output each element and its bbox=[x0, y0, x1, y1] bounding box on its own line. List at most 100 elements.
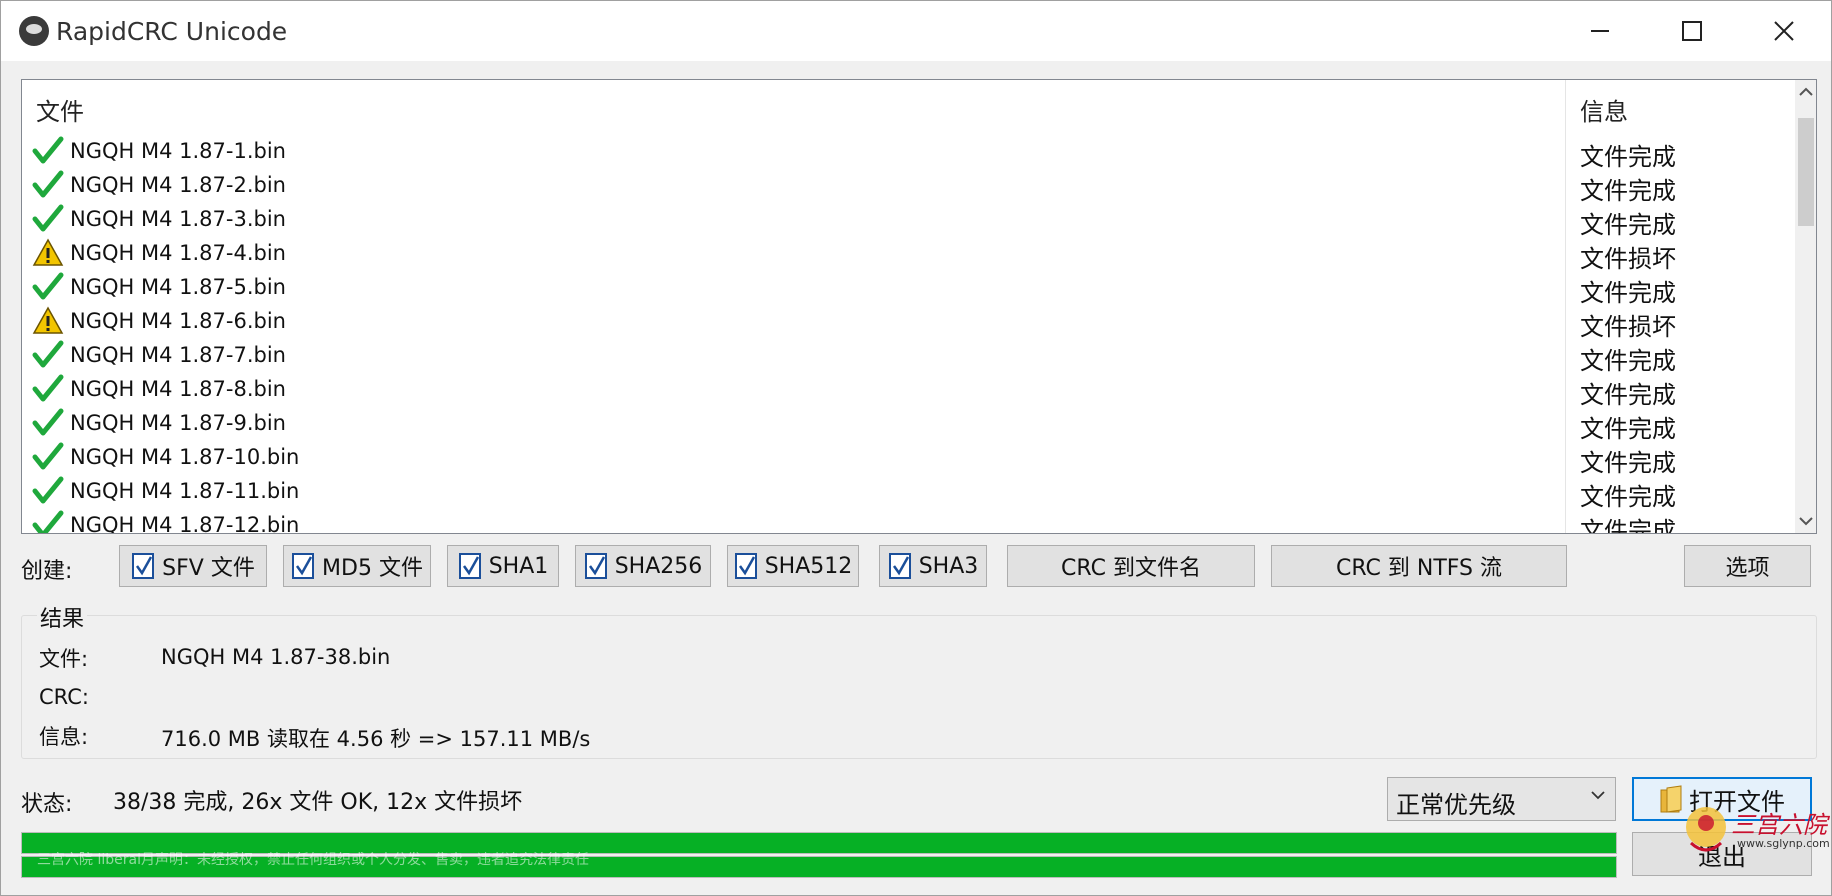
app-window: RapidCRC Unicode 文件 信息 NGQH M4 1.87-1.bi… bbox=[0, 0, 1832, 896]
list-item[interactable]: NGQH M4 1.87-3.bin 文件完成 bbox=[22, 202, 1796, 239]
file-name: NGQH M4 1.87-5.bin bbox=[70, 275, 286, 299]
status-value: 38/38 完成, 26x 文件 OK, 12x 文件损坏 bbox=[113, 790, 523, 815]
priority-selected-value: 正常优先级 bbox=[1396, 791, 1516, 819]
scroll-thumb[interactable] bbox=[1798, 118, 1814, 226]
result-info-label: 信息: bbox=[39, 725, 89, 749]
create-sha256-button[interactable]: SHA256 bbox=[575, 545, 711, 587]
checkmark-icon bbox=[32, 204, 64, 232]
list-item[interactable]: NGQH M4 1.87-10.bin 文件完成 bbox=[22, 440, 1796, 477]
file-info: 文件损坏 bbox=[1580, 245, 1676, 273]
result-file-label: 文件: bbox=[39, 647, 89, 671]
checkmark-icon bbox=[32, 136, 64, 164]
scroll-up-button[interactable] bbox=[1795, 80, 1816, 104]
hash-file-icon bbox=[584, 553, 607, 579]
file-name: NGQH M4 1.87-12.bin bbox=[70, 513, 300, 534]
file-name: NGQH M4 1.87-9.bin bbox=[70, 411, 286, 435]
file-info: 文件完成 bbox=[1580, 177, 1676, 205]
checkmark-icon bbox=[32, 272, 64, 300]
hash-file-icon bbox=[292, 553, 315, 579]
file-info: 文件完成 bbox=[1580, 381, 1676, 409]
file-name: NGQH M4 1.87-8.bin bbox=[70, 377, 286, 401]
file-name: NGQH M4 1.87-4.bin bbox=[70, 241, 286, 265]
crc-to-filename-button[interactable]: CRC 到文件名 bbox=[1007, 545, 1255, 587]
watermark-logo-url: www.sglynp.com bbox=[1737, 837, 1830, 850]
hash-file-icon bbox=[734, 553, 757, 579]
watermark-logo-text: 三宫六院 bbox=[1731, 811, 1827, 839]
file-info: 文件完成 bbox=[1580, 279, 1676, 307]
warning-icon bbox=[32, 306, 64, 334]
vertical-scrollbar[interactable] bbox=[1795, 80, 1816, 533]
watermark-notice: 三宫六院 liberal月声明：未经授权，禁止任何组织或个人分发、售卖，违者追究… bbox=[37, 852, 589, 868]
file-name: NGQH M4 1.87-1.bin bbox=[70, 139, 286, 163]
file-name: NGQH M4 1.87-7.bin bbox=[70, 343, 286, 367]
create-sfv-button[interactable]: SFV 文件 bbox=[119, 545, 267, 587]
list-item[interactable]: NGQH M4 1.87-1.bin 文件完成 bbox=[22, 134, 1796, 171]
chevron-down-icon bbox=[1591, 791, 1605, 800]
file-info: 文件完成 bbox=[1580, 483, 1676, 511]
create-sha1-label: SHA1 bbox=[488, 553, 549, 579]
options-button[interactable]: 选项 bbox=[1684, 545, 1811, 587]
list-item[interactable]: NGQH M4 1.87-11.bin 文件完成 bbox=[22, 474, 1796, 511]
list-item[interactable]: NGQH M4 1.87-7.bin 文件完成 bbox=[22, 338, 1796, 375]
checkmark-icon bbox=[32, 374, 64, 402]
chevron-down-icon bbox=[1799, 517, 1813, 526]
results-title: 结果 bbox=[37, 601, 88, 633]
create-sha1-button[interactable]: SHA1 bbox=[447, 545, 559, 587]
list-item[interactable]: NGQH M4 1.87-12.bin 文件完成 bbox=[22, 508, 1796, 534]
maximize-button[interactable] bbox=[1646, 1, 1738, 61]
file-info: 文件完成 bbox=[1580, 449, 1676, 477]
window-title: RapidCRC Unicode bbox=[56, 17, 288, 46]
create-md5-button[interactable]: MD5 文件 bbox=[283, 545, 431, 587]
file-info: 文件完成 bbox=[1580, 347, 1676, 375]
checkmark-icon bbox=[32, 340, 64, 368]
file-name: NGQH M4 1.87-3.bin bbox=[70, 207, 286, 231]
warning-icon bbox=[32, 238, 64, 266]
hash-file-icon bbox=[132, 553, 155, 579]
create-sha3-label: SHA3 bbox=[918, 553, 979, 579]
result-crc-label: CRC: bbox=[39, 685, 89, 709]
list-item[interactable]: NGQH M4 1.87-6.bin 文件损坏 bbox=[22, 304, 1796, 341]
crc-to-ntfs-button[interactable]: CRC 到 NTFS 流 bbox=[1271, 545, 1567, 587]
chevron-up-icon bbox=[1799, 87, 1813, 96]
create-sha512-button[interactable]: SHA512 bbox=[727, 545, 859, 587]
file-info: 文件完成 bbox=[1580, 415, 1676, 443]
list-item[interactable]: NGQH M4 1.87-4.bin 文件损坏 bbox=[22, 236, 1796, 273]
column-header-file[interactable]: 文件 bbox=[36, 92, 84, 127]
list-item[interactable]: NGQH M4 1.87-2.bin 文件完成 bbox=[22, 168, 1796, 205]
file-list[interactable]: 文件 信息 NGQH M4 1.87-1.bin 文件完成 NGQH M4 1.87… bbox=[21, 79, 1817, 534]
watermark-logo: 三宫六院 www.sglynp.com bbox=[1681, 801, 1830, 861]
close-button[interactable] bbox=[1738, 1, 1830, 61]
file-name: NGQH M4 1.87-10.bin bbox=[70, 445, 300, 469]
list-item[interactable]: NGQH M4 1.87-9.bin 文件完成 bbox=[22, 406, 1796, 443]
result-file-value: NGQH M4 1.87-38.bin bbox=[161, 645, 391, 669]
list-rows: NGQH M4 1.87-1.bin 文件完成 NGQH M4 1.87-2.bin… bbox=[22, 134, 1796, 534]
close-icon bbox=[1774, 21, 1794, 41]
create-sha3-button[interactable]: SHA3 bbox=[879, 545, 987, 587]
column-header-info[interactable]: 信息 bbox=[1580, 92, 1628, 127]
file-info: 文件完成 bbox=[1580, 211, 1676, 239]
list-item[interactable]: NGQH M4 1.87-5.bin 文件完成 bbox=[22, 270, 1796, 307]
minimize-icon bbox=[1591, 30, 1609, 32]
create-sfv-label: SFV 文件 bbox=[162, 556, 255, 581]
checkmark-icon bbox=[32, 510, 64, 533]
checkmark-icon bbox=[32, 442, 64, 470]
minimize-button[interactable] bbox=[1554, 1, 1646, 61]
create-label: 创建: bbox=[21, 559, 73, 584]
hash-file-icon bbox=[888, 553, 911, 579]
list-header: 文件 信息 bbox=[22, 80, 1796, 128]
file-info: 文件完成 bbox=[1580, 143, 1676, 171]
create-sha256-label: SHA256 bbox=[614, 553, 703, 579]
hash-file-icon bbox=[458, 553, 481, 579]
checkmark-icon bbox=[32, 408, 64, 436]
create-md5-label: MD5 文件 bbox=[322, 556, 423, 581]
scroll-down-button[interactable] bbox=[1795, 509, 1816, 533]
status-label: 状态: bbox=[21, 792, 73, 817]
watermark-emblem-icon bbox=[1686, 807, 1726, 852]
file-info: 文件完成 bbox=[1580, 517, 1676, 534]
checkmark-icon bbox=[32, 476, 64, 504]
list-item[interactable]: NGQH M4 1.87-8.bin 文件完成 bbox=[22, 372, 1796, 409]
priority-select[interactable]: 正常优先级 bbox=[1387, 777, 1616, 821]
result-info-value: 716.0 MB 读取在 4.56 秒 => 157.11 MB/s bbox=[161, 727, 591, 751]
file-info: 文件损坏 bbox=[1580, 313, 1676, 341]
file-name: NGQH M4 1.87-11.bin bbox=[70, 479, 300, 503]
